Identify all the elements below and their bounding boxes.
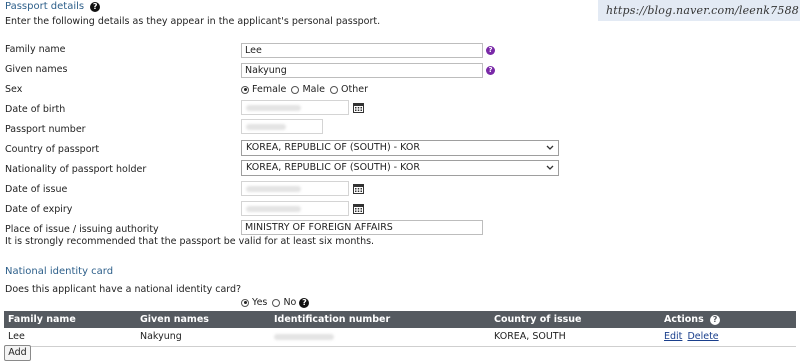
edit-link[interactable]: Edit [664, 331, 682, 342]
passport-section-title: Passport details [5, 1, 85, 12]
passport-number-label: Passport number [5, 124, 86, 135]
date-of-expiry-label: Date of expiry [5, 204, 73, 215]
national-id-yes-label: Yes [252, 297, 268, 308]
family-name-input[interactable]: Lee [241, 43, 483, 58]
country-select[interactable]: KOREA, REPUBLIC OF (SOUTH) - KOR [241, 140, 559, 156]
column-header-actions: Actions ? [660, 311, 796, 328]
family-name-label: Family name [5, 44, 66, 55]
table-row: Lee Nakyung KOREA, SOUTH Edit Delete [4, 328, 796, 347]
table-header-row: Family name Given names Identification n… [4, 311, 796, 328]
cell-actions: Edit Delete [660, 328, 796, 347]
country-select-value: KOREA, REPUBLIC OF (SOUTH) - KOR [246, 142, 420, 153]
national-id-no-radio[interactable] [272, 298, 281, 307]
watermark: https://blog.naver.com/leenk7588 [598, 0, 800, 21]
national-id-yes-radio[interactable] [241, 298, 249, 307]
sex-radio-group: Female Male Other [241, 84, 368, 95]
national-id-no-label: No [283, 297, 297, 308]
redacted-value [246, 206, 301, 212]
add-button[interactable]: Add [4, 345, 31, 361]
help-icon[interactable]: ? [486, 46, 495, 55]
delete-link[interactable]: Delete [687, 331, 718, 342]
help-icon[interactable]: ? [486, 66, 495, 75]
nationality-label: Nationality of passport holder [5, 164, 147, 175]
place-of-issue-label: Place of issue / issuing authority [5, 224, 159, 235]
sex-other-radio[interactable] [330, 85, 338, 94]
given-names-input[interactable]: Nakyung [241, 63, 483, 78]
help-icon[interactable]: ? [90, 2, 101, 12]
calendar-icon[interactable] [353, 102, 364, 113]
redacted-value [274, 333, 334, 340]
date-of-issue-input[interactable] [241, 181, 349, 196]
given-names-label: Given names [5, 64, 68, 75]
column-header-identification-number: Identification number [270, 311, 490, 328]
help-icon[interactable]: ? [710, 314, 721, 325]
national-id-table: Family name Given names Identification n… [4, 311, 796, 347]
date-of-expiry-input[interactable] [241, 201, 349, 216]
chevron-down-icon [546, 145, 554, 150]
redacted-value [246, 124, 286, 130]
actions-header-label: Actions [664, 314, 704, 325]
cell-identification-number [270, 328, 490, 347]
national-id-question: Does this applicant have a national iden… [5, 284, 242, 295]
cell-family-name: Lee [4, 328, 136, 347]
national-id-radio-group: Yes No ? [241, 297, 310, 308]
chevron-down-icon [546, 165, 554, 170]
column-header-country-of-issue: Country of issue [490, 311, 660, 328]
dob-input[interactable] [241, 100, 349, 115]
column-header-given-names: Given names [136, 311, 270, 328]
help-icon[interactable]: ? [299, 297, 310, 308]
passport-section-header: Passport details ? [5, 1, 101, 12]
date-of-issue-label: Date of issue [5, 184, 68, 195]
redacted-value [246, 105, 301, 111]
dob-label: Date of birth [5, 104, 66, 115]
national-id-section-title: National identity card [5, 266, 114, 277]
nationality-select[interactable]: KOREA, REPUBLIC OF (SOUTH) - KOR [241, 160, 559, 176]
sex-male-radio[interactable] [291, 85, 300, 94]
validity-note: It is strongly recommended that the pass… [5, 236, 375, 247]
passport-intro: Enter the following details as they appe… [5, 16, 381, 27]
column-header-family-name: Family name [4, 311, 136, 328]
sex-other-label: Other [341, 84, 369, 95]
sex-label: Sex [5, 84, 23, 95]
nationality-select-value: KOREA, REPUBLIC OF (SOUTH) - KOR [246, 162, 420, 173]
redacted-value [246, 186, 301, 192]
place-of-issue-input[interactable]: MINISTRY OF FOREIGN AFFAIRS [241, 220, 483, 235]
cell-country-of-issue: KOREA, SOUTH [490, 328, 660, 347]
sex-female-label: Female [252, 84, 287, 95]
calendar-icon[interactable] [353, 203, 364, 214]
cell-given-names: Nakyung [136, 328, 270, 347]
calendar-icon[interactable] [353, 183, 364, 194]
sex-female-radio[interactable] [241, 85, 249, 94]
sex-male-label: Male [302, 84, 325, 95]
country-label: Country of passport [5, 144, 100, 155]
passport-number-input[interactable] [241, 119, 323, 134]
